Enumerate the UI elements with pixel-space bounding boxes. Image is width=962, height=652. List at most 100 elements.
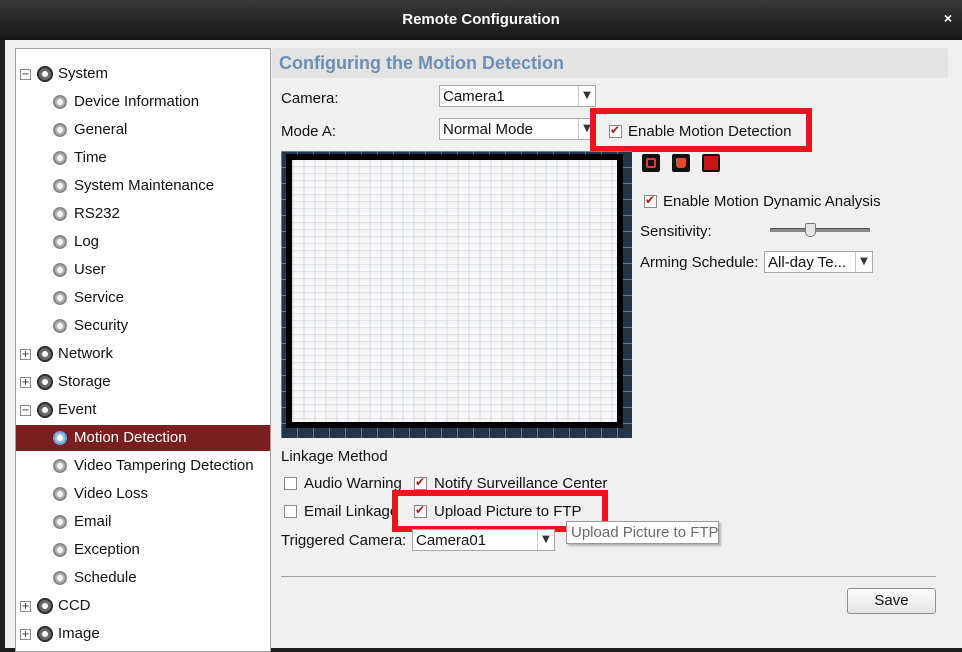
tree-item-label: Service [74, 289, 125, 306]
tree-item-label: User [74, 261, 106, 278]
gear-icon [37, 598, 53, 614]
gear-icon [53, 235, 67, 249]
expand-icon[interactable]: + [20, 349, 31, 360]
upload-ftp-label: Upload Picture to FTP [434, 503, 582, 520]
tree-item-storage[interactable]: + Storage [16, 369, 270, 395]
gear-icon [37, 626, 53, 642]
sensitivity-slider-thumb[interactable] [805, 223, 816, 237]
tree-item-label: Event [58, 401, 97, 418]
gear-icon [53, 431, 67, 445]
arming-schedule-label: Arming Schedule: [640, 254, 759, 271]
gear-icon [53, 487, 67, 501]
collapse-icon[interactable]: − [20, 69, 31, 80]
tree-item-label: System [58, 65, 109, 82]
tree-item-label: Motion Detection [74, 429, 187, 446]
tree-item-label: Time [74, 149, 107, 166]
tree-item-exception[interactable]: Exception [16, 537, 270, 563]
gear-icon [53, 543, 67, 557]
tree-item-label: RS232 [74, 205, 120, 222]
upload-ftp-checkbox[interactable] [414, 503, 427, 518]
tree-item-label: Schedule [74, 569, 137, 586]
tree-item-label: Image [58, 625, 100, 642]
chevron-down-icon[interactable]: ▼ [578, 86, 595, 106]
arming-schedule-select[interactable]: All-day Te... ▼ [764, 251, 873, 273]
gear-icon [37, 402, 53, 418]
stop-icon[interactable] [702, 154, 720, 172]
gear-icon [53, 571, 67, 585]
chevron-down-icon[interactable]: ▼ [537, 530, 554, 550]
save-button[interactable]: Save [847, 588, 936, 614]
tree-item-image[interactable]: + Image [16, 621, 270, 647]
notify-center-checkbox[interactable] [414, 475, 427, 490]
tree-item-label: Video Tampering Detection [74, 457, 254, 474]
tree-item-label: System Maintenance [74, 177, 215, 194]
triggered-camera-value: Camera01 [416, 532, 487, 549]
tree-item-label: Email [74, 513, 112, 530]
enable-motion-detection-checkbox[interactable] [609, 123, 622, 138]
delete-icon[interactable] [672, 154, 690, 172]
tree-item-system-maintenance[interactable]: System Maintenance [16, 173, 270, 199]
tree-item-label: CCD [58, 597, 91, 614]
tree-item-user[interactable]: User [16, 257, 270, 283]
tree-item-general[interactable]: General [16, 117, 270, 143]
tree-item-label: Log [74, 233, 100, 250]
tree-item-event[interactable]: − Event [16, 397, 270, 423]
tooltip-text: Upload Picture to FTP [571, 524, 719, 541]
tree-item-video-loss[interactable]: Video Loss [16, 481, 270, 507]
email-linkage-checkbox[interactable] [284, 505, 297, 518]
mode-select[interactable]: Normal Mode ▼ [439, 118, 596, 140]
email-linkage-label: Email Linkage [304, 503, 399, 520]
tree-item-log[interactable]: Log [16, 229, 270, 255]
draw-area-icon[interactable] [642, 154, 660, 172]
close-icon[interactable]: × [944, 10, 952, 26]
tree-item-network[interactable]: + Network [16, 341, 270, 367]
window-title: Remote Configuration [402, 11, 560, 28]
camera-label: Camera: [281, 90, 339, 107]
tree-item-label: Device Information [74, 93, 200, 110]
tree-item-video-tampering-detection[interactable]: Video Tampering Detection [16, 453, 270, 479]
tree-item-time[interactable]: Time [16, 145, 270, 171]
triggered-camera-select[interactable]: Camera01 ▼ [412, 529, 555, 551]
camera-value: Camera1 [443, 88, 505, 105]
gear-icon [53, 207, 67, 221]
enable-motion-detection-label: Enable Motion Detection [628, 123, 792, 140]
tree-item-email[interactable]: Email [16, 509, 270, 535]
gear-icon [37, 66, 53, 82]
chevron-down-icon[interactable]: ▼ [855, 252, 872, 272]
motion-detection-area[interactable] [286, 154, 623, 428]
collapse-icon[interactable]: − [20, 405, 31, 416]
config-tree[interactable]: − System Device Information General Time… [15, 48, 271, 652]
gear-icon [53, 319, 67, 333]
gear-icon [53, 459, 67, 473]
enable-dynamic-analysis-checkbox[interactable] [644, 193, 657, 208]
tree-item-label: Video Loss [74, 485, 148, 502]
camera-select[interactable]: Camera1 ▼ [439, 85, 596, 107]
tree-item-service[interactable]: Service [16, 285, 270, 311]
expand-icon[interactable]: + [20, 377, 31, 388]
gear-icon [53, 123, 67, 137]
tree-item-device-information[interactable]: Device Information [16, 89, 270, 115]
triggered-camera-label: Triggered Camera: [281, 532, 407, 549]
gear-icon [53, 95, 67, 109]
tree-item-ccd[interactable]: + CCD [16, 593, 270, 619]
tooltip: Upload Picture to FTP [566, 521, 719, 544]
window-client: − System Device Information General Time… [5, 40, 962, 652]
tree-item-security[interactable]: Security [16, 313, 270, 339]
tree-item-label: Security [74, 317, 129, 334]
linkage-method-label: Linkage Method [281, 448, 388, 465]
expand-icon[interactable]: + [20, 601, 31, 612]
sensitivity-label: Sensitivity: [640, 223, 712, 240]
arming-schedule-value: All-day Te... [768, 254, 847, 271]
motion-detection-panel: Configuring the Motion Detection Camera:… [272, 40, 962, 648]
video-preview[interactable] [281, 151, 632, 438]
sensitivity-slider[interactable] [770, 228, 870, 232]
gear-icon [53, 291, 67, 305]
gear-icon [53, 515, 67, 529]
tree-item-motion-detection[interactable]: Motion Detection [16, 425, 270, 451]
gear-icon [37, 346, 53, 362]
tree-item-rs232[interactable]: RS232 [16, 201, 270, 227]
audio-warning-checkbox[interactable] [284, 477, 297, 490]
expand-icon[interactable]: + [20, 629, 31, 640]
tree-item-system[interactable]: − System [16, 61, 270, 87]
tree-item-schedule[interactable]: Schedule [16, 565, 270, 591]
